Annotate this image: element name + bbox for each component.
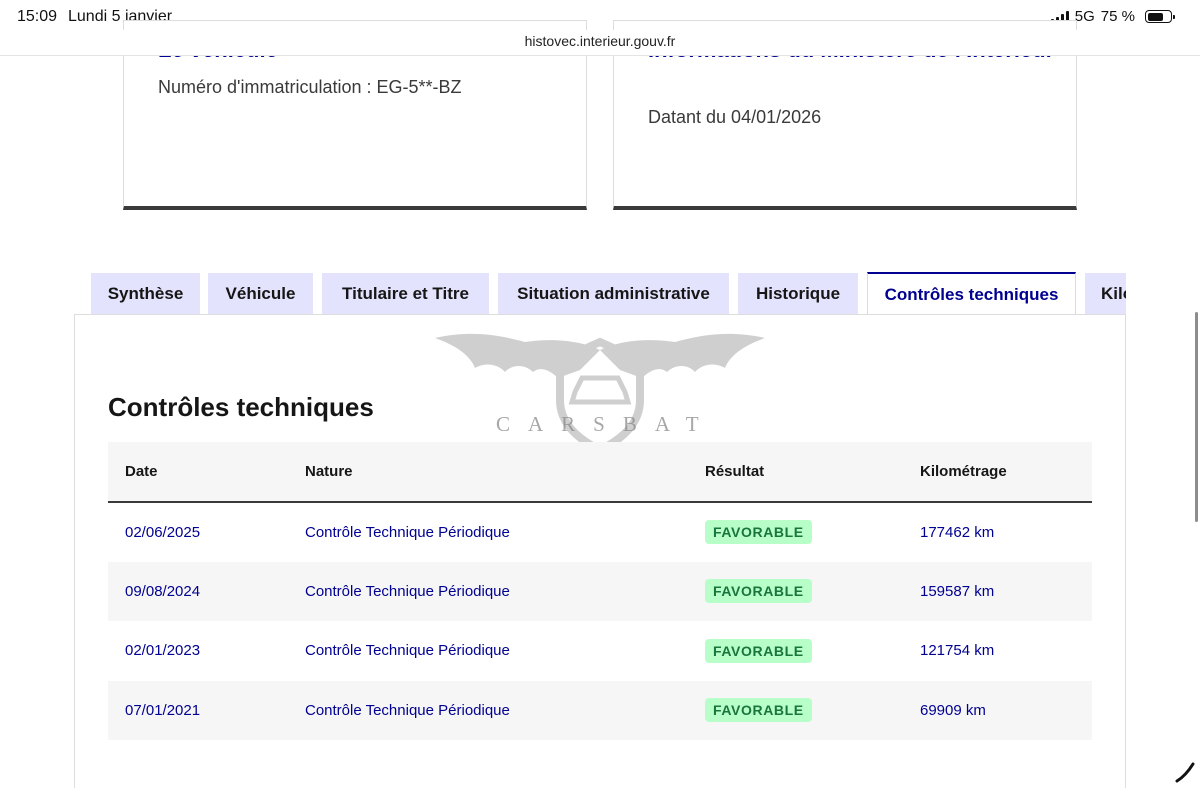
table-header-row: Date Nature Résultat Kilométrage xyxy=(108,442,1092,503)
battery-icon xyxy=(1145,10,1175,23)
result-badge: FAVORABLE xyxy=(705,579,812,604)
result-badge: FAVORABLE xyxy=(705,638,812,663)
inspection-result: FAVORABLE xyxy=(705,621,920,681)
inspection-date: 02/06/2025 xyxy=(125,523,201,541)
url-text: histovec.interieur.gouv.fr xyxy=(524,33,676,49)
inspection-result: FAVORABLE xyxy=(705,561,920,621)
inspection-date: 09/08/2024 xyxy=(108,561,305,621)
tab-vehicule[interactable]: Véhicule xyxy=(208,273,313,315)
inspection-mileage: 69909 km xyxy=(920,680,1092,740)
inspection-date: 07/01/2021 xyxy=(108,680,305,740)
battery-tip xyxy=(1173,14,1175,19)
tab-historique[interactable]: Historique xyxy=(738,273,858,315)
inspection-mileage: 159587 km xyxy=(920,561,1092,621)
result-badge: FAVORABLE xyxy=(705,698,812,723)
inspection-mileage: 177462 km xyxy=(920,523,995,541)
tab-synthese[interactable]: Synthèse xyxy=(91,273,200,315)
tab-titulaire-titre[interactable]: Titulaire et Titre xyxy=(322,273,489,315)
table-row: 07/01/2021 Contrôle Technique Périodique… xyxy=(108,680,1092,740)
network-type: 5G xyxy=(1074,8,1095,25)
ministry-card-date: Datant du 04/01/2026 xyxy=(648,107,822,127)
tab-bar: Synthèse Véhicule Titulaire et Titre Sit… xyxy=(91,272,1126,316)
inspection-nature: Contrôle Technique Périodique xyxy=(305,523,510,541)
column-header-date: Date xyxy=(108,442,305,503)
result-badge: FAVORABLE xyxy=(705,520,812,545)
tab-situation-administrative[interactable]: Situation administrative xyxy=(498,273,729,315)
column-header-nature: Nature xyxy=(305,442,705,503)
address-bar[interactable]: histovec.interieur.gouv.fr xyxy=(0,30,1200,56)
column-header-mileage: Kilométrage xyxy=(920,442,1092,503)
inspection-nature: Contrôle Technique Périodique xyxy=(305,642,510,660)
column-header-result: Résultat xyxy=(705,442,920,503)
watermark-text: CARSBAT xyxy=(496,412,717,436)
inspection-nature: Contrôle Technique Périodique xyxy=(305,561,705,621)
table-row: 02/01/2023 Contrôle Technique Périodique… xyxy=(108,621,1092,681)
inspection-date: 02/01/2023 xyxy=(125,642,201,660)
table-row: 02/06/2025 Contrôle Technique Périodique… xyxy=(108,502,1092,562)
battery-percent: 75 % xyxy=(1100,8,1135,25)
page-scrollbar[interactable] xyxy=(1195,312,1198,522)
technical-inspections-table: Date Nature Résultat Kilométrage 02/06/2… xyxy=(108,442,1092,740)
inspection-nature: Contrôle Technique Périodique xyxy=(305,680,705,740)
inspection-mileage: 121754 km xyxy=(920,642,995,660)
inspection-result: FAVORABLE xyxy=(705,502,920,562)
status-time: 15:09 xyxy=(17,8,58,25)
table-row: 09/08/2024 Contrôle Technique Périodique… xyxy=(108,561,1092,621)
battery-level xyxy=(1147,12,1164,21)
registration-number: Numéro d'immatriculation : EG-5**-BZ xyxy=(158,77,462,97)
tab-controles-techniques[interactable]: Contrôles techniques xyxy=(867,272,1076,316)
pencil-icon[interactable] xyxy=(1174,760,1196,784)
tab-kilometrage[interactable]: Kilométrage xyxy=(1085,273,1126,315)
inspection-result: FAVORABLE xyxy=(705,680,920,740)
section-title: Contrôles techniques xyxy=(108,392,374,422)
